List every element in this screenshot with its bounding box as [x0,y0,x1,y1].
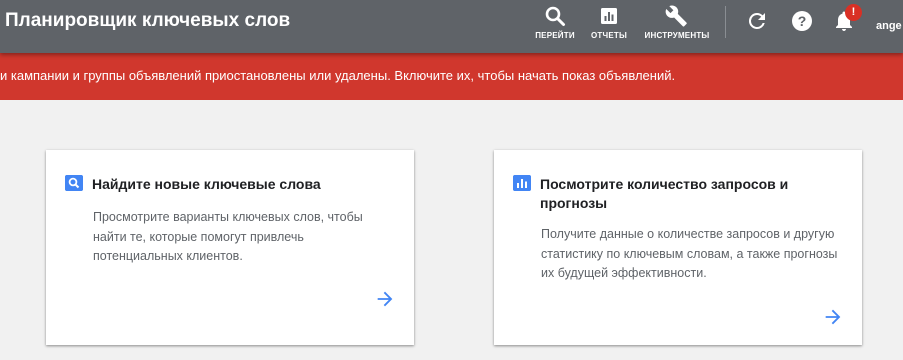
nav-go-label: ПЕРЕЙТИ [535,31,575,40]
nav-tools-label: ИНСТРУМЕНТЫ [644,31,710,40]
svg-text:?: ? [798,13,807,29]
arrow-right-icon[interactable] [822,306,844,328]
search-icon [545,6,565,26]
card-title: Посмотрите количество запросов и прогноз… [540,176,789,211]
reports-icon [601,8,617,24]
account-name[interactable]: ange [876,20,902,32]
alert-banner: и кампании и группы объявлений приостано… [0,53,903,100]
card-find-keywords[interactable]: Найдите новые ключевые слова Просмотрите… [46,150,414,345]
search-icon [65,175,83,191]
card-search-volume-forecasts[interactable]: Посмотрите количество запросов и прогноз… [494,150,862,345]
top-app-bar: Планировщик ключевых слов ПЕРЕЙТИ ОТЧЕТЫ… [0,0,903,53]
app-title: Планировщик ключевых слов [5,10,291,31]
card-description: Получите данные о количестве запросов и … [541,227,838,280]
bar-chart-icon [513,175,531,191]
nav-reports-button[interactable]: ОТЧЕТЫ [591,0,627,53]
card-title: Найдите новые ключевые слова [92,176,321,192]
nav-go-button[interactable]: ПЕРЕЙТИ [535,0,575,53]
refresh-icon[interactable] [745,9,769,33]
nav-reports-label: ОТЧЕТЫ [591,31,627,40]
help-icon[interactable]: ? [790,9,814,33]
toolbar-divider [725,6,726,38]
wrench-icon [665,5,687,27]
nav-tools-button[interactable]: ИНСТРУМЕНТЫ [645,0,709,53]
notification-badge: ! [845,4,862,21]
arrow-right-icon[interactable] [374,288,396,310]
alert-message: и кампании и группы объявлений приостано… [0,68,676,83]
card-description: Просмотрите варианты ключевых слов, чтоб… [93,210,363,263]
